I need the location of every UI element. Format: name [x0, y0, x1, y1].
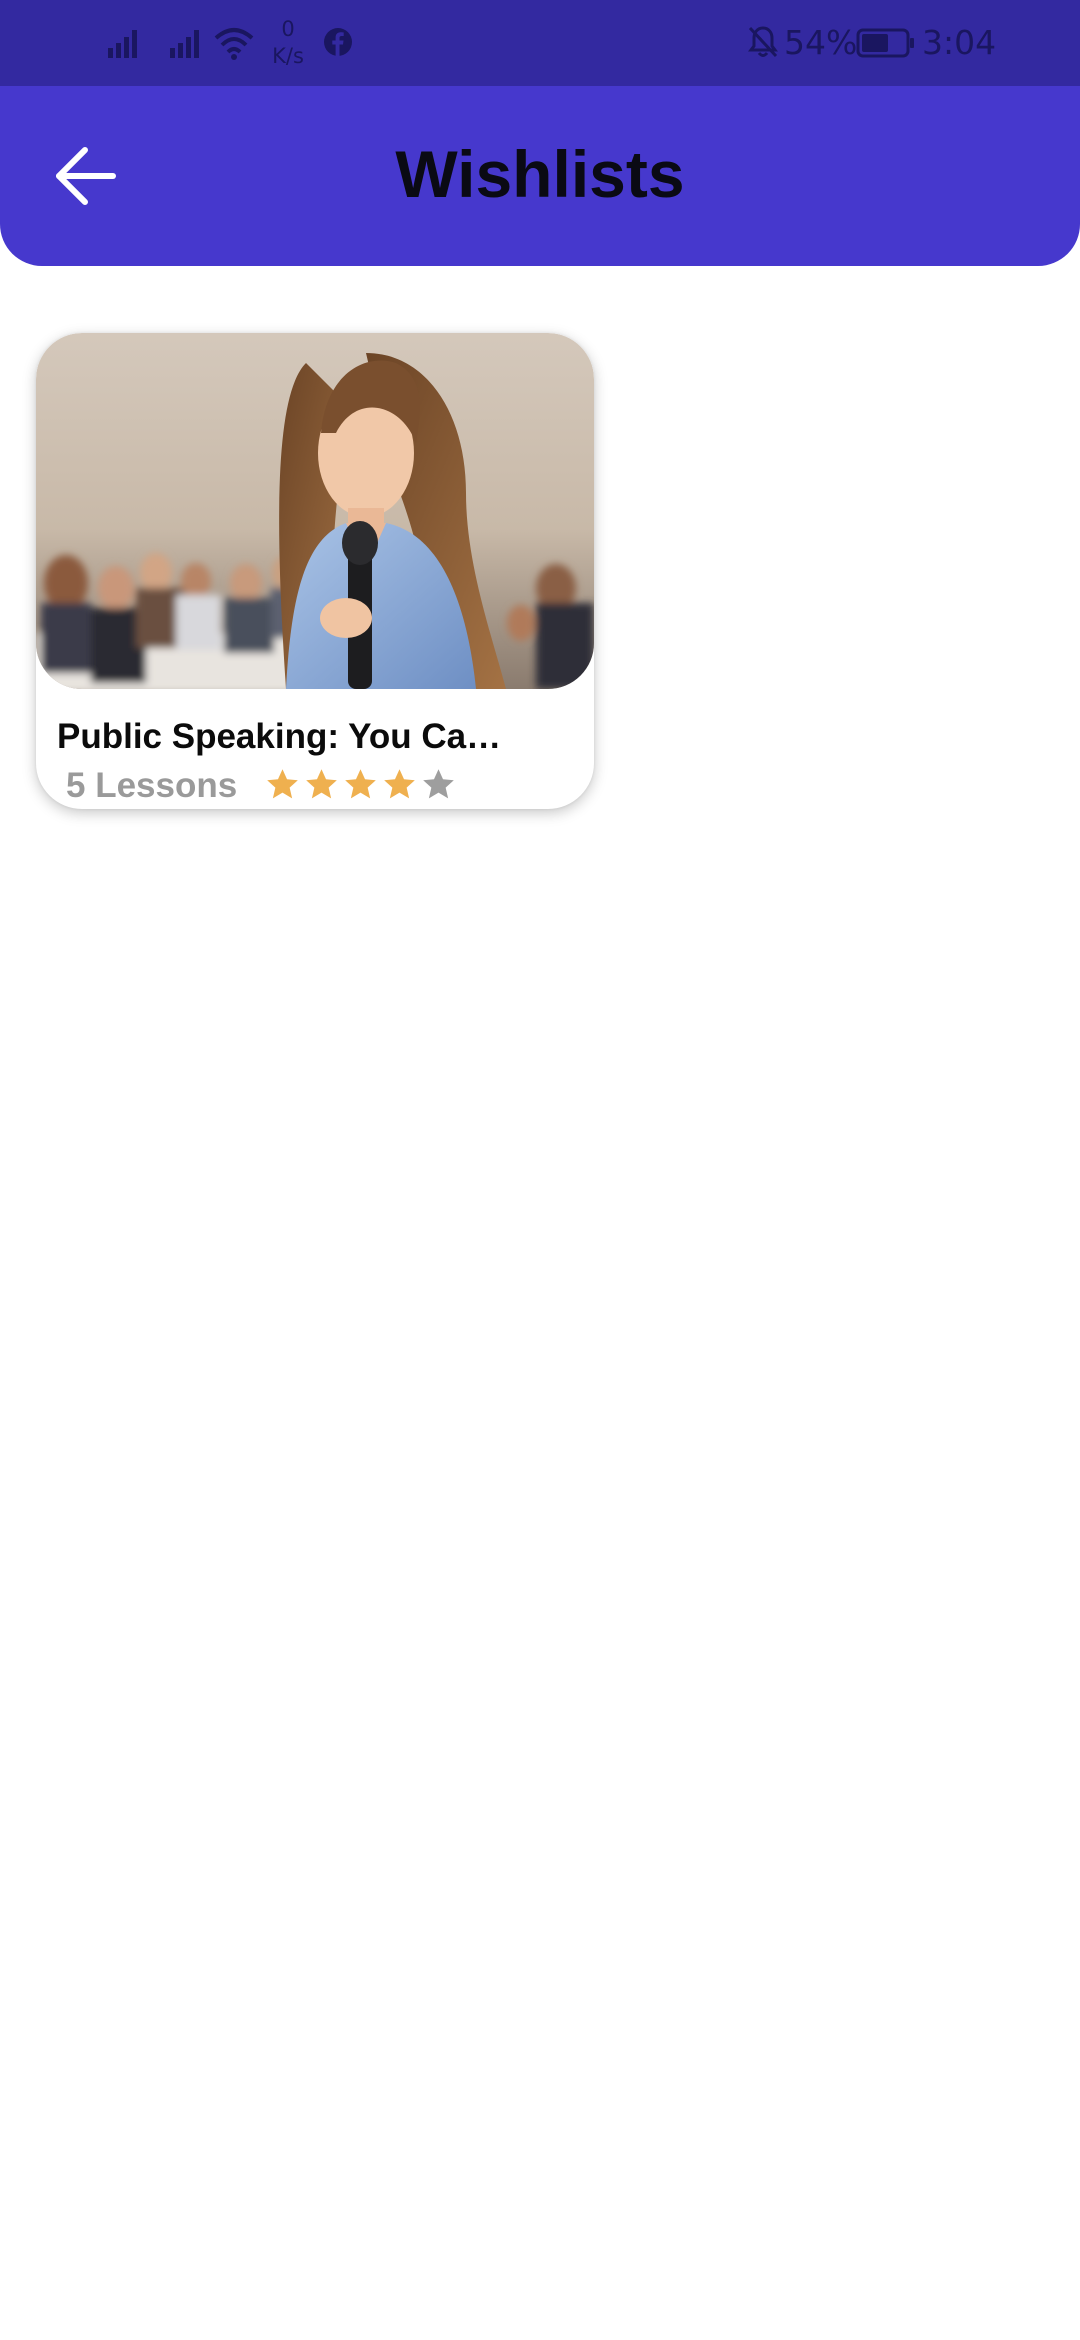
- star-filled-icon: [267, 769, 298, 799]
- signal-icon: [108, 30, 137, 58]
- battery-percent: 54%: [784, 23, 858, 62]
- app-header: Wishlists: [0, 86, 1080, 266]
- clock: 3:04: [922, 23, 997, 62]
- status-bar: 0 K/s 54% 3:04: [0, 0, 1080, 86]
- star-empty-icon: [423, 769, 454, 799]
- notifications-off-icon: [748, 26, 778, 58]
- page-title: Wishlists: [395, 137, 685, 211]
- star-filled-icon: [345, 769, 376, 799]
- course-title: Public Speaking: You Ca…: [57, 717, 502, 756]
- battery-icon: [856, 28, 914, 58]
- wifi-icon: [214, 28, 254, 60]
- rating-stars: [265, 767, 456, 807]
- course-thumbnail: [36, 333, 594, 689]
- facebook-icon: [324, 28, 352, 56]
- network-speed: 0 K/s: [268, 16, 308, 70]
- network-speed-value: 0: [281, 17, 295, 41]
- signal-icon: [170, 30, 199, 58]
- star-filled-icon: [306, 769, 337, 799]
- network-speed-unit: K/s: [272, 44, 304, 68]
- lesson-count: 5 Lessons: [66, 766, 238, 805]
- star-filled-icon: [384, 769, 415, 799]
- wishlist-course-card[interactable]: Public Speaking: You Ca… 5 Lessons: [36, 333, 594, 809]
